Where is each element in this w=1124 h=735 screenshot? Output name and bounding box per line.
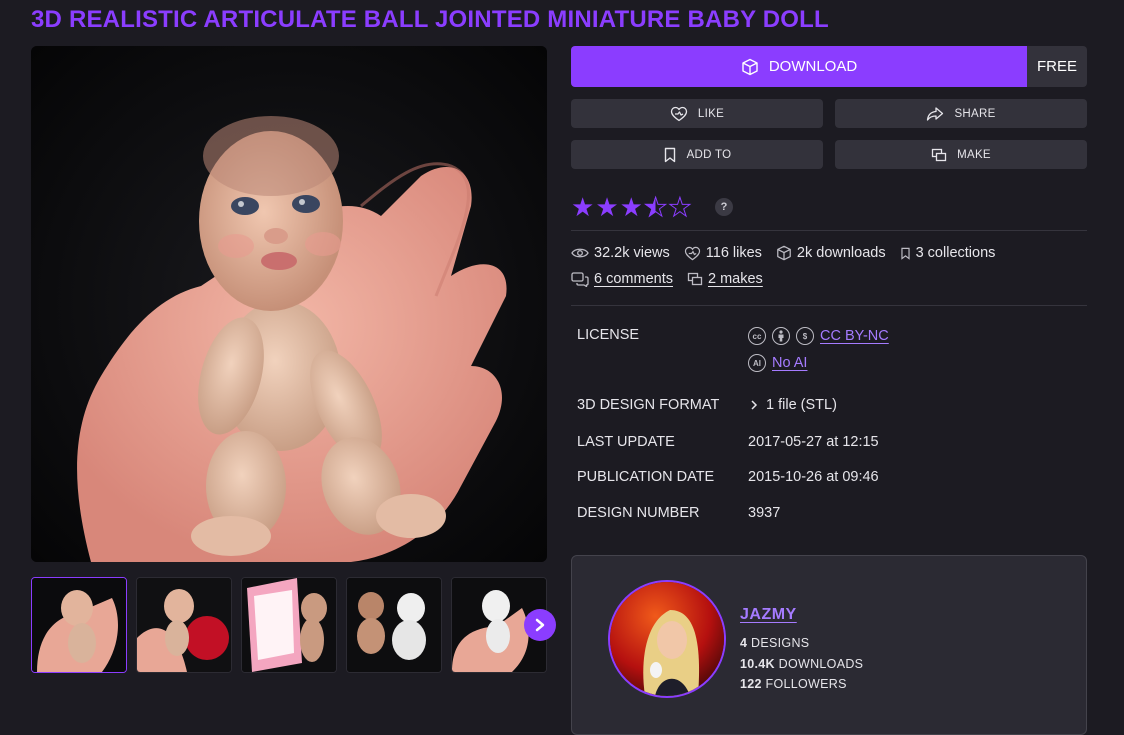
avatar-image [610, 582, 724, 696]
download-label: DOWNLOAD [768, 58, 858, 75]
share-icon [927, 106, 944, 121]
star-half-icon: ★ [643, 192, 668, 222]
baby-doll-photo [31, 46, 547, 562]
creator-downloads: 10.4K DOWNLOADS [740, 657, 863, 671]
bookmark-icon [664, 147, 675, 162]
chevron-right-icon [751, 400, 758, 410]
downloads-count: 10.4K [740, 657, 775, 671]
bookmark-icon [900, 247, 910, 260]
last-update-value: 2017-05-27 at 12:15 [748, 434, 879, 450]
price-badge: FREE [1027, 46, 1087, 87]
designs-label: DESIGNS [751, 636, 810, 650]
page-title: 3D REALISTIC ARTICULATE BALL JOINTED MIN… [31, 6, 829, 33]
downloads-count: 2k downloads [796, 245, 886, 261]
format-value: 1 file (STL) [766, 397, 837, 413]
comment-icon [571, 271, 589, 287]
likes-count: 116 likes [705, 245, 762, 261]
design-number-value: 3937 [748, 505, 781, 521]
views-stat: 32.2k views [571, 245, 670, 261]
add-to-label: ADD TO [686, 148, 732, 161]
rating-stars[interactable]: ★ ★ ★ ★ ★ [571, 192, 692, 222]
creator-designs[interactable]: 4 DESIGNS [740, 636, 809, 650]
make-icon [931, 148, 947, 161]
comments-link[interactable]: 6 comments [571, 271, 673, 287]
last-update-label: LAST UPDATE [577, 434, 675, 450]
stats-row-2: 6 comments 2 makes [571, 271, 763, 287]
followers-label: FOLLOWERS [765, 677, 847, 691]
cc-by-icon [772, 327, 790, 345]
followers-count: 122 [740, 677, 762, 691]
thumbnail-3[interactable] [241, 577, 337, 673]
ai-policy-value: AI No AI [748, 354, 807, 372]
person-icon [778, 330, 784, 342]
creator-name-link[interactable]: JAZMY [740, 606, 797, 624]
downloads-label: DOWNLOADS [778, 657, 864, 671]
thumbnail-image [137, 578, 231, 672]
heart-icon [670, 106, 688, 121]
thumbnail-image [32, 578, 126, 672]
star-full-icon: ★ [595, 192, 619, 222]
thumbnail-image [242, 578, 336, 672]
creator-avatar[interactable] [608, 580, 726, 698]
share-button[interactable]: SHARE [835, 99, 1087, 128]
make-label: MAKE [957, 148, 991, 161]
like-button[interactable]: LIKE [571, 99, 823, 128]
publication-date-label: PUBLICATION DATE [577, 469, 715, 485]
likes-stat: 116 likes [684, 245, 762, 261]
collections-stat: 3 collections [900, 245, 996, 261]
cc-nc-icon: $ [796, 327, 814, 345]
format-toggle[interactable]: 1 file (STL) [748, 397, 837, 413]
stats-row-1: 32.2k views 116 likes 2k downloads 3 col… [571, 245, 995, 261]
star-empty-icon: ★ [668, 192, 692, 222]
no-ai-icon: AI [748, 354, 766, 372]
rating-help-icon[interactable]: ? [715, 198, 733, 216]
thumbnail-2[interactable] [136, 577, 232, 673]
thumbnail-image [347, 578, 441, 672]
designs-count: 4 [740, 636, 748, 650]
thumbnail-next-button[interactable] [524, 609, 556, 641]
divider [571, 305, 1087, 306]
divider [571, 230, 1087, 231]
cc-icon: cc [748, 327, 766, 345]
download-button[interactable]: DOWNLOAD [571, 46, 1027, 87]
make-icon [687, 272, 703, 286]
creator-followers: 122 FOLLOWERS [740, 677, 847, 691]
add-to-collection-button[interactable]: ADD TO [571, 140, 823, 169]
makes-count[interactable]: 2 makes [708, 271, 763, 287]
makes-link[interactable]: 2 makes [687, 271, 763, 287]
no-ai-link[interactable]: No AI [772, 355, 807, 371]
make-button[interactable]: MAKE [835, 140, 1087, 169]
publication-date-value: 2015-10-26 at 09:46 [748, 469, 879, 485]
comments-count[interactable]: 6 comments [594, 271, 673, 287]
license-label: LICENSE [577, 327, 640, 343]
cube-icon [777, 245, 791, 261]
thumbnail-1[interactable] [31, 577, 127, 673]
format-label: 3D DESIGN FORMAT [577, 397, 720, 413]
heart-icon [684, 246, 700, 260]
thumbnail-4[interactable] [346, 577, 442, 673]
share-label: SHARE [954, 107, 996, 120]
license-value: cc $ CC BY-NC [748, 327, 889, 345]
chevron-right-icon [535, 618, 545, 632]
design-number-label: DESIGN NUMBER [577, 505, 700, 521]
star-full-icon: ★ [619, 192, 643, 222]
like-label: LIKE [697, 107, 725, 120]
eye-icon [571, 248, 589, 258]
cube-icon [742, 58, 758, 75]
thumbnail-strip [31, 577, 547, 673]
license-link[interactable]: CC BY-NC [820, 328, 889, 344]
creator-card: JAZMY 4 DESIGNS 10.4K DOWNLOADS 122 FOLL… [571, 555, 1087, 735]
star-full-icon: ★ [571, 192, 595, 222]
views-count: 32.2k views [594, 245, 670, 261]
main-product-image[interactable] [31, 46, 547, 562]
collections-count: 3 collections [915, 245, 996, 261]
downloads-stat: 2k downloads [776, 245, 886, 261]
